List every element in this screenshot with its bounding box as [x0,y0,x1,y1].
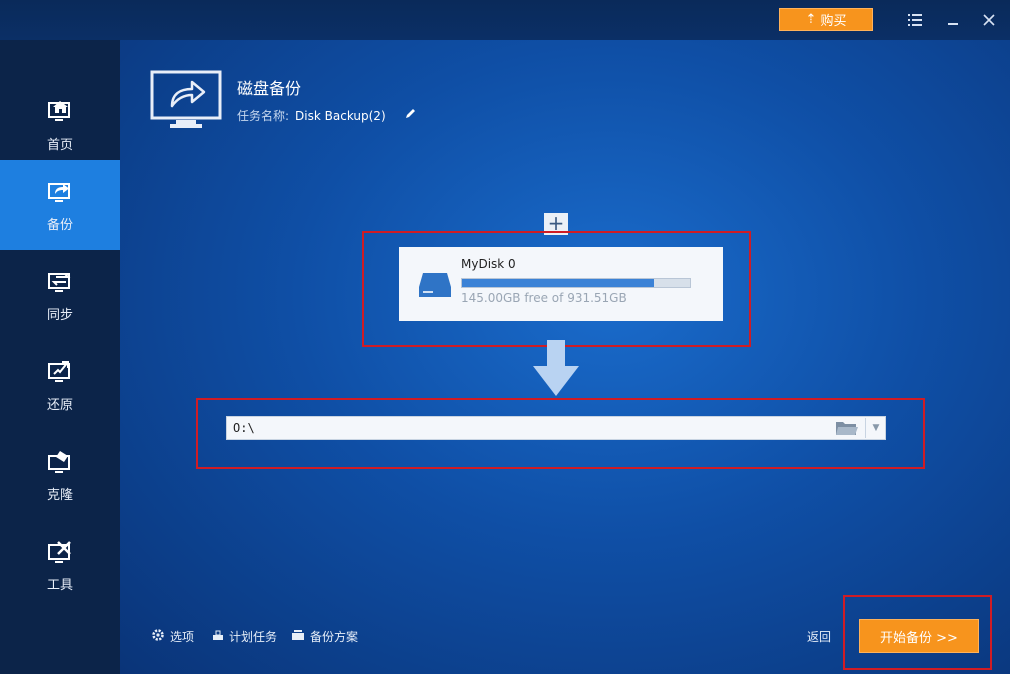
hard-disk-icon [419,273,451,297]
sidebar: 首页 备份 同步 还原 克隆 工具 [0,40,120,674]
back-button[interactable]: 返回 [807,628,831,645]
upgrade-arrow-icon: ⇡ [805,12,817,27]
edit-pencil-icon[interactable] [404,108,416,123]
sidebar-item-clone[interactable]: 克隆 [0,430,120,520]
schedule-icon [212,629,224,644]
start-backup-button[interactable]: 开始备份 >> [859,619,979,653]
sync-monitor-icon [48,272,71,292]
schedule-link[interactable]: 计划任务 [212,628,277,645]
destination-field: ▼ [226,416,886,440]
sidebar-item-label: 备份 [46,217,73,233]
options-label: 选项 [170,630,195,644]
sidebar-item-sync[interactable]: 同步 [0,250,120,340]
sidebar-item-label: 首页 [46,137,73,153]
hamburger-menu-icon[interactable] [904,10,926,30]
buy-button[interactable]: ⇡ 购买 [779,8,873,31]
sidebar-item-home[interactable]: 首页 [0,80,120,170]
schedule-label: 计划任务 [229,630,278,644]
disk-free-text: 145.00GB free of 931.51GB [461,291,627,305]
down-arrow-icon [533,340,579,396]
sidebar-item-label: 还原 [46,397,73,413]
disk-usage-bar [461,278,691,288]
sidebar-item-label: 克隆 [46,487,73,503]
sidebar-item-restore[interactable]: 还原 [0,340,120,430]
disk-backup-monitor-icon [150,70,222,128]
backup-scheme-link[interactable]: 备份方案 [291,628,358,645]
task-name-row: 任务名称: Disk Backup(2) [237,107,416,124]
disk-usage-fill [462,279,655,287]
browse-folder-icon[interactable] [835,419,859,437]
task-name-value: Disk Backup(2) [295,108,386,123]
clone-monitor-icon [48,450,70,473]
close-icon[interactable] [978,10,1000,30]
options-link[interactable]: 选项 [151,628,194,645]
home-monitor-icon [48,100,70,121]
sidebar-item-label: 工具 [46,577,73,593]
sidebar-item-tools[interactable]: 工具 [0,520,120,610]
scheme-icon [291,629,305,644]
backup-monitor-icon [48,182,70,202]
page-title: 磁盘备份 [237,79,302,98]
disk-name: MyDisk 0 [461,257,516,271]
title-bar: ⇡ 购买 [0,0,1010,40]
task-name-label: 任务名称: [237,109,290,123]
destination-dropdown-button[interactable]: ▼ [865,418,886,438]
minimize-icon[interactable] [942,10,964,30]
buy-label: 购买 [820,14,847,29]
destination-path-input[interactable] [227,417,839,439]
gear-icon [151,628,165,645]
sidebar-item-label: 同步 [46,307,73,323]
tools-monitor-icon [48,540,71,563]
scheme-label: 备份方案 [310,630,359,644]
source-disk-card[interactable]: MyDisk 0 145.00GB free of 931.51GB [399,247,723,321]
restore-monitor-icon [48,360,70,382]
sidebar-item-backup[interactable]: 备份 [0,160,120,250]
